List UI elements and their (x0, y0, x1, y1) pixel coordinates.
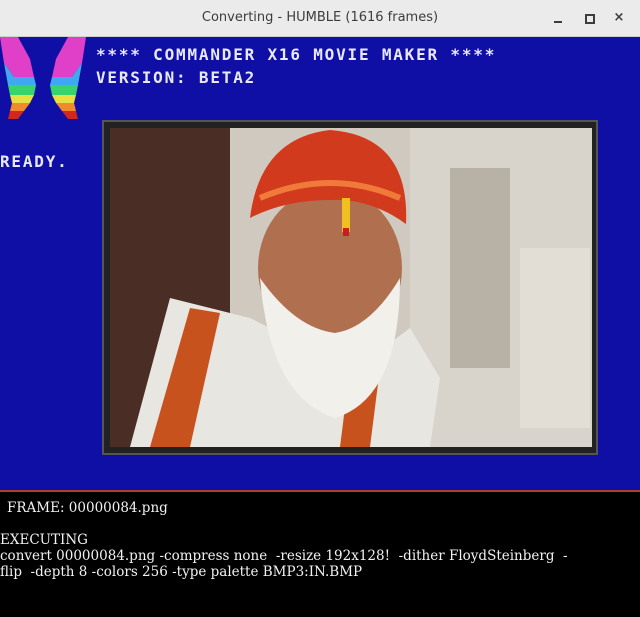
close-button[interactable]: × (610, 9, 628, 27)
status-text: EXECUTING (0, 532, 88, 548)
header-title: **** COMMANDER X16 MOVIE MAKER **** (96, 45, 497, 64)
ready-prompt: READY. (0, 152, 69, 171)
frame-image (110, 128, 592, 447)
current-frame-label: FRAME: 00000084.png (7, 500, 168, 516)
minimize-button[interactable] (549, 9, 567, 27)
command-line-2: flip -depth 8 -colors 256 -type palette … (0, 564, 363, 580)
commander-x16-logo-icon (0, 37, 86, 119)
console-output: FRAME: 00000084.png EXECUTING convert 00… (0, 492, 640, 617)
emulator-screen: **** COMMANDER X16 MOVIE MAKER **** VERS… (0, 37, 640, 490)
video-frame-preview (102, 120, 598, 455)
maximize-button[interactable] (580, 9, 598, 27)
command-line-1: convert 00000084.png -compress none -res… (0, 548, 568, 564)
window-title: Converting - HUMBLE (1616 frames) (201, 10, 439, 25)
window-titlebar[interactable]: Converting - HUMBLE (1616 frames) × (0, 0, 640, 37)
version-label: VERSION: BETA2 (96, 68, 257, 87)
frame-image-illustration (110, 128, 592, 447)
